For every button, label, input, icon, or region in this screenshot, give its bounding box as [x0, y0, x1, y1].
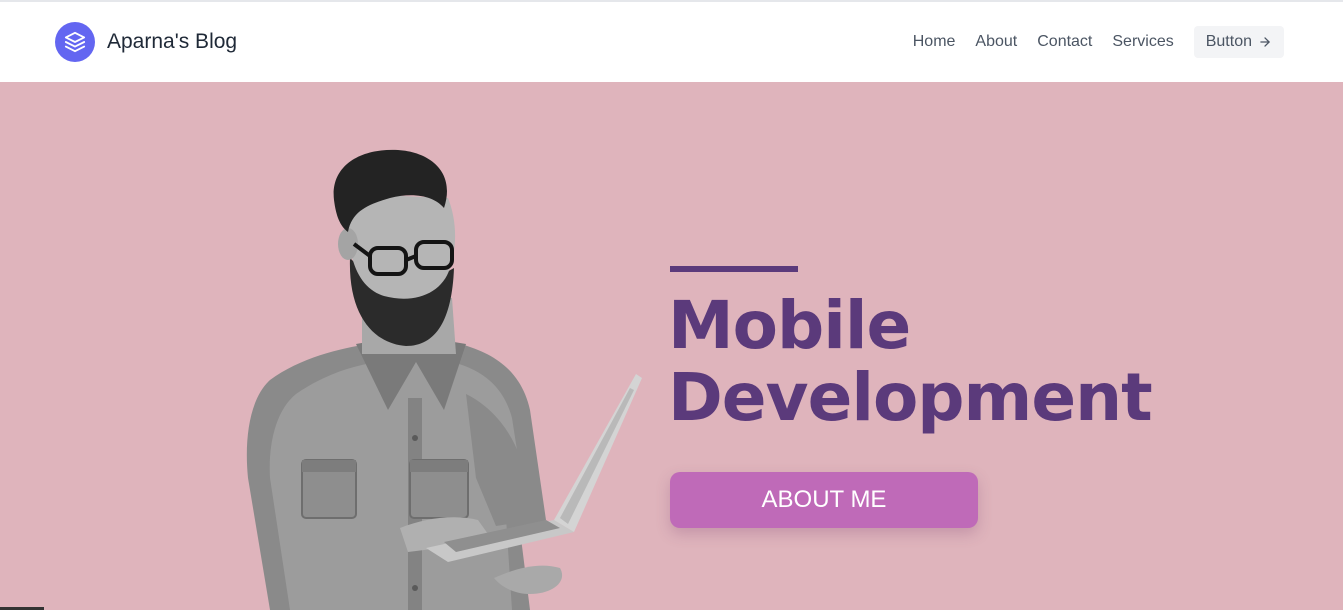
brand-link[interactable]: Aparna's Blog [55, 22, 237, 62]
nav-contact[interactable]: Contact [1037, 33, 1092, 51]
nav-home[interactable]: Home [913, 33, 956, 51]
hero-section: Mobile Development ABOUT ME [0, 82, 1343, 610]
brand-name: Aparna's Blog [107, 30, 238, 53]
about-me-button[interactable]: ABOUT ME [670, 472, 978, 528]
site-header: Aparna's Blog Home About Contact Service… [0, 2, 1343, 82]
nav-about[interactable]: About [975, 33, 1017, 51]
header-button-label: Button [1205, 33, 1252, 50]
nav-services[interactable]: Services [1112, 33, 1173, 51]
hero-title-line-2: Development [668, 359, 1153, 436]
hero-title: Mobile Development [668, 287, 1153, 436]
main-nav: Home About Contact Services Button [913, 26, 1284, 58]
title-accent-bar [670, 266, 798, 272]
header-button[interactable]: Button [1193, 26, 1284, 58]
arrow-right-icon [1260, 37, 1270, 47]
man-with-laptop-photo [246, 149, 642, 610]
layers-icon [55, 22, 95, 62]
hero-title-line-1: Mobile [668, 287, 911, 364]
